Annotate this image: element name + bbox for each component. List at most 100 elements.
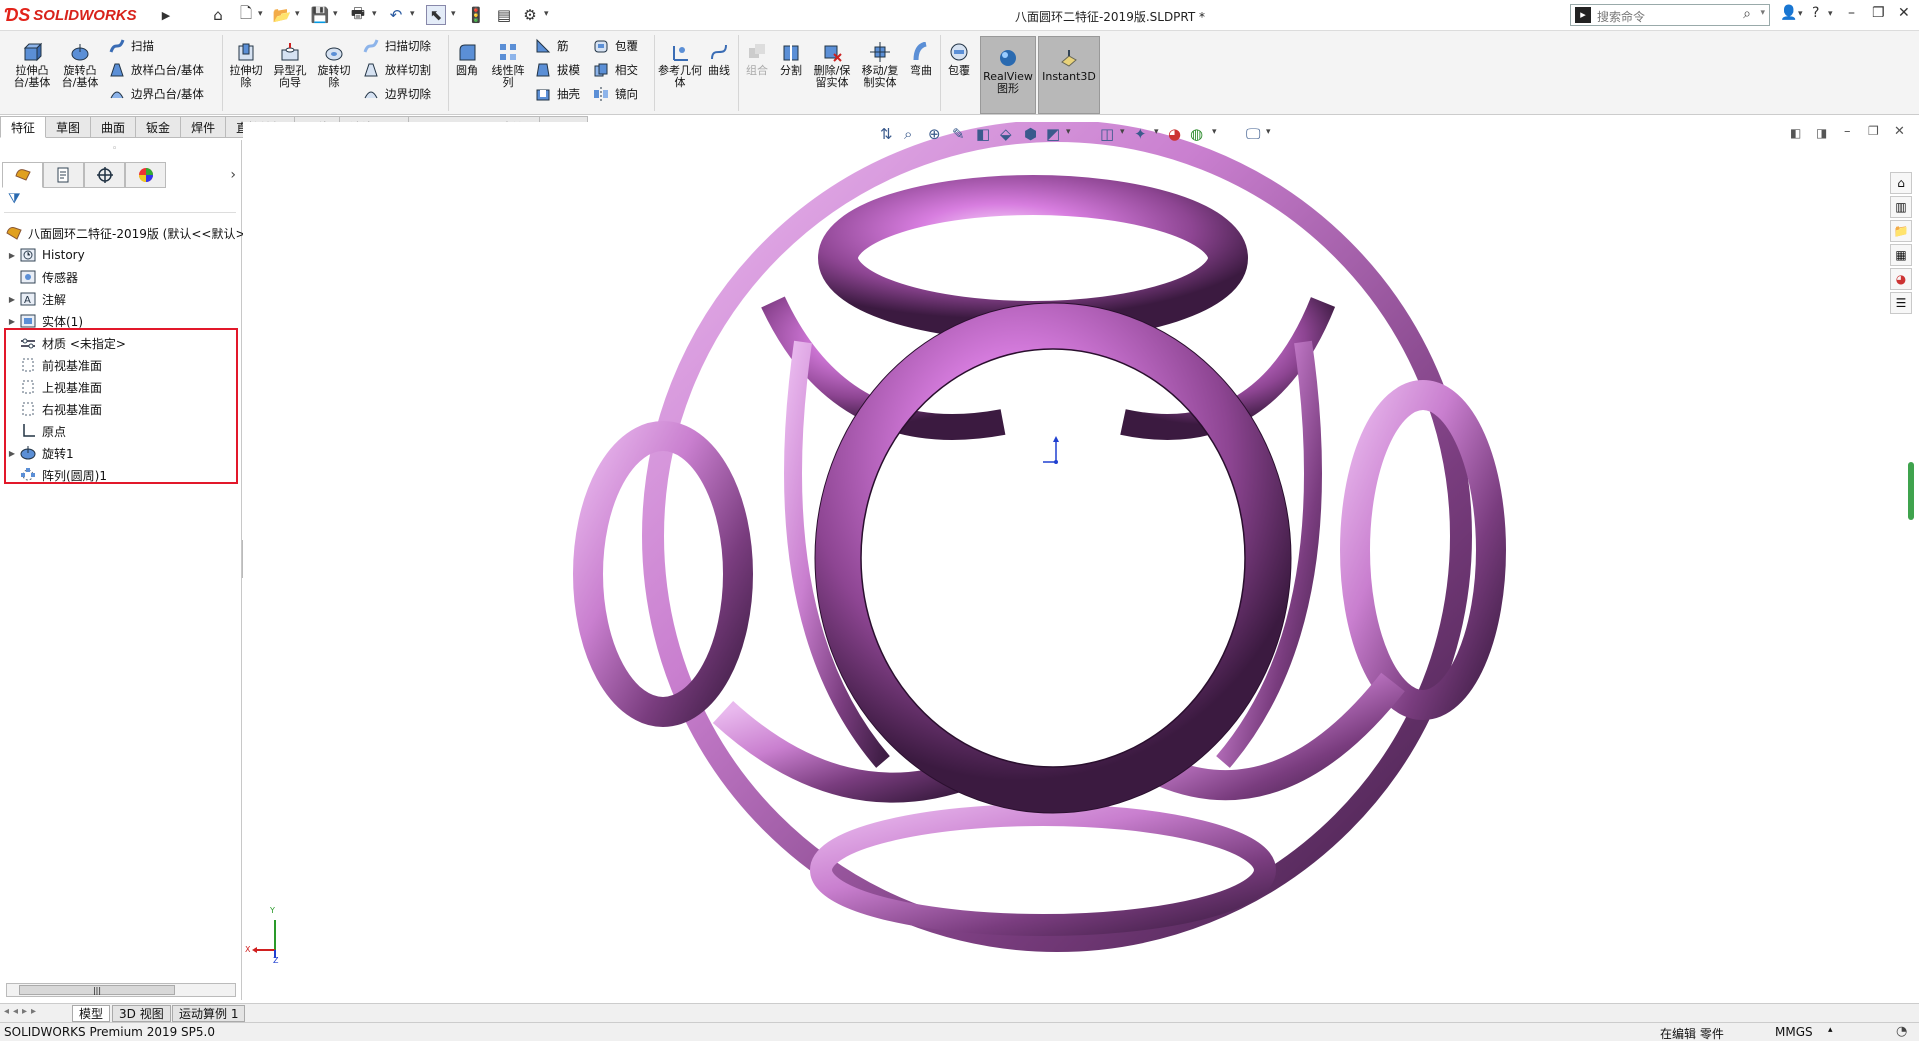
- options-gear-icon[interactable]: ⚙: [520, 5, 540, 25]
- revolved-boss-button[interactable]: 旋转凸台/基体: [58, 41, 102, 89]
- menu-arrow-icon[interactable]: ▶: [156, 5, 176, 25]
- print-icon[interactable]: 🖶: [348, 4, 368, 25]
- view-orientation-arrows-icon[interactable]: ⇅: [880, 125, 893, 143]
- appearance-dropdown-icon[interactable]: ▾: [1154, 127, 1159, 137]
- intersect-button[interactable]: 相交: [592, 61, 638, 79]
- file-properties-icon[interactable]: ▤: [494, 5, 514, 25]
- draft-button[interactable]: 拔模: [534, 61, 580, 79]
- display-manager-tab-icon[interactable]: [125, 162, 166, 188]
- view-orientation-icon[interactable]: ⬢: [1024, 125, 1037, 143]
- solidworks-resources-icon[interactable]: ⌂: [1890, 172, 1912, 194]
- expand-arrow-icon[interactable]: ▶: [6, 295, 18, 304]
- select-dropdown-icon[interactable]: ▾: [451, 9, 456, 19]
- scrollbar-thumb[interactable]: |||: [19, 985, 175, 995]
- move-copy-body-button[interactable]: 移动/复制实体: [858, 41, 902, 89]
- quick-tips-icon[interactable]: ◔: [1896, 1024, 1907, 1039]
- shell-button[interactable]: 抽壳: [534, 85, 580, 103]
- horizontal-scrollbar[interactable]: |||: [6, 983, 236, 997]
- curves-button[interactable]: 曲线: [704, 41, 734, 77]
- panel-grip-icon[interactable]: ◦: [112, 144, 117, 154]
- display-style-dropdown-icon[interactable]: ▾: [1066, 127, 1071, 137]
- filter-icon[interactable]: ⧩: [4, 191, 236, 213]
- search-icon[interactable]: ⌕: [1743, 6, 1751, 22]
- user-icon[interactable]: 👤: [1780, 5, 1797, 21]
- help-icon[interactable]: ?: [1812, 5, 1819, 21]
- options-dropdown-icon[interactable]: ▾: [544, 9, 549, 19]
- feature-manager-tab-icon[interactable]: [2, 162, 43, 188]
- user-dropdown-icon[interactable]: ▾: [1798, 9, 1803, 19]
- home-icon[interactable]: ⌂: [208, 5, 228, 25]
- viewport-minimize-icon[interactable]: –: [1844, 124, 1851, 139]
- restore-icon[interactable]: ❐: [1872, 5, 1885, 21]
- new-document-icon[interactable]: 🗋: [236, 4, 256, 25]
- instant3d-button[interactable]: Instant3D: [1038, 36, 1100, 114]
- hole-wizard-button[interactable]: 异型孔向导: [270, 41, 310, 89]
- new-dropdown-icon[interactable]: ▾: [258, 9, 263, 19]
- minimize-icon[interactable]: –: [1848, 5, 1855, 21]
- save-dropdown-icon[interactable]: ▾: [333, 9, 338, 19]
- select-cursor-icon[interactable]: ⬉: [426, 5, 446, 25]
- swept-cut-button[interactable]: 扫描切除: [362, 37, 431, 55]
- viewport-restore-icon[interactable]: ❐: [1868, 124, 1879, 138]
- tree-root[interactable]: 八面圆环二特征-2019版 (默认<<默认>: [4, 223, 246, 243]
- section-view-icon[interactable]: ◧: [976, 125, 990, 143]
- display-monitor-icon[interactable]: 🖵: [1246, 125, 1260, 143]
- custom-properties-icon[interactable]: ☰: [1890, 292, 1912, 314]
- extruded-boss-button[interactable]: 拉伸凸台/基体: [10, 41, 54, 89]
- panel-expand-arrow-icon[interactable]: ›: [166, 162, 236, 188]
- hide-show-items-icon[interactable]: ◫: [1100, 125, 1114, 143]
- tree-item-annotations[interactable]: ▶ A 注解: [6, 289, 66, 309]
- sweep-button[interactable]: 扫描: [108, 37, 154, 55]
- tab-scroll-arrows-icon[interactable]: ◂◂▸▸: [4, 1006, 40, 1017]
- tab-3d-views[interactable]: 3D 视图: [112, 1005, 171, 1022]
- tab-sketch[interactable]: 草图: [46, 116, 92, 138]
- monitor-dropdown-icon[interactable]: ▾: [1266, 127, 1271, 137]
- edit-appearance-icon[interactable]: ✦: [1134, 125, 1147, 143]
- zoom-to-fit-icon[interactable]: ⌕: [904, 125, 912, 143]
- search-dropdown-icon[interactable]: ▾: [1760, 8, 1765, 18]
- loft-boss-button[interactable]: 放样凸台/基体: [108, 61, 204, 79]
- previous-view-icon[interactable]: ✎: [952, 125, 965, 143]
- fillet-button[interactable]: 圆角: [452, 41, 482, 77]
- reference-geometry-button[interactable]: 参考几何体: [658, 41, 702, 89]
- property-manager-tab-icon[interactable]: [43, 162, 84, 188]
- delete-keep-body-button[interactable]: 删除/保留实体: [810, 41, 854, 89]
- tree-item-history[interactable]: ▶ History: [6, 245, 85, 265]
- wrap-2-button[interactable]: 包覆: [944, 41, 974, 77]
- linear-pattern-button[interactable]: 线性阵列: [488, 41, 528, 89]
- design-library-icon[interactable]: ▥: [1890, 196, 1912, 218]
- viewport-close-icon[interactable]: ✕: [1894, 124, 1905, 139]
- undo-dropdown-icon[interactable]: ▾: [410, 9, 415, 19]
- extruded-cut-button[interactable]: 拉伸切除: [226, 41, 266, 89]
- lofted-cut-button[interactable]: 放样切割: [362, 61, 431, 79]
- viewport-tile-right-icon[interactable]: ◨: [1816, 126, 1827, 140]
- undo-icon[interactable]: ↶: [386, 5, 406, 25]
- status-units[interactable]: MMGS: [1775, 1025, 1813, 1039]
- print-dropdown-icon[interactable]: ▾: [372, 9, 377, 19]
- expand-arrow-icon[interactable]: ▶: [6, 251, 18, 260]
- rebuild-icon[interactable]: 🚦: [466, 5, 486, 25]
- tab-model[interactable]: 模型: [72, 1005, 111, 1022]
- part-model-render[interactable]: [243, 122, 1919, 1000]
- boundary-boss-button[interactable]: 边界凸台/基体: [108, 85, 204, 103]
- view-settings-icon[interactable]: ◍: [1190, 125, 1203, 143]
- save-icon[interactable]: 💾: [310, 5, 330, 25]
- solidworks-logo[interactable]: ƊS SOLIDWORKS: [4, 2, 152, 29]
- viewport-tile-left-icon[interactable]: ◧: [1790, 126, 1801, 140]
- combine-button[interactable]: 组合: [742, 41, 772, 77]
- tab-motion-study[interactable]: 运动算例 1: [172, 1005, 246, 1022]
- configuration-manager-tab-icon[interactable]: [84, 162, 125, 188]
- open-icon[interactable]: 📂: [272, 5, 292, 25]
- dynamic-annotation-icon[interactable]: ⬙: [1000, 125, 1012, 143]
- hide-show-dropdown-icon[interactable]: ▾: [1120, 127, 1125, 137]
- realview-graphics-button[interactable]: RealView图形: [980, 36, 1036, 114]
- expand-arrow-icon[interactable]: ▶: [6, 317, 18, 326]
- appearances-scenes-icon[interactable]: ◕: [1890, 268, 1912, 290]
- search-input[interactable]: ▸ 搜索命令 ⌕ ▾: [1570, 4, 1770, 26]
- rib-button[interactable]: 筋: [534, 37, 569, 55]
- close-icon[interactable]: ✕: [1898, 5, 1910, 21]
- display-style-icon[interactable]: ◩: [1046, 125, 1060, 143]
- revolved-cut-button[interactable]: 旋转切除: [314, 41, 354, 89]
- help-dropdown-icon[interactable]: ▾: [1828, 9, 1833, 19]
- apply-scene-icon[interactable]: ◕: [1168, 125, 1181, 143]
